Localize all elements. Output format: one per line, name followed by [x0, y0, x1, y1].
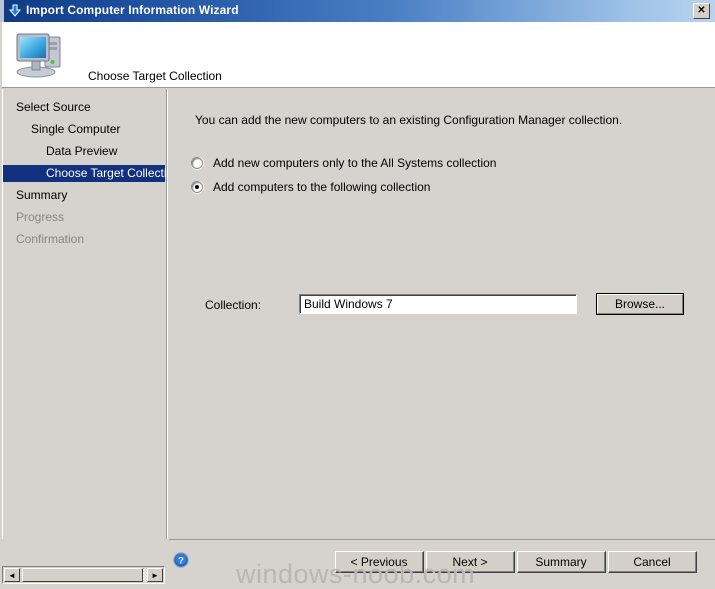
- window-title: Import Computer Information Wizard: [26, 3, 239, 17]
- page-title: Choose Target Collection: [88, 69, 222, 83]
- sidebar-item-data-preview[interactable]: Data Preview: [3, 143, 117, 160]
- blue-down-arrow-icon: [8, 4, 22, 17]
- wizard-content: You can add the new computers to an exis…: [169, 89, 715, 539]
- collection-label: Collection:: [205, 298, 262, 312]
- title-bar: Import Computer Information Wizard ✕: [0, 0, 715, 22]
- option-all-systems-row[interactable]: Add new computers only to the All System…: [191, 154, 496, 172]
- wizard-footer: ? < Previous Next > Summary Cancel: [169, 539, 715, 589]
- computer-monitor-icon: [16, 33, 61, 78]
- browse-button[interactable]: Browse...: [596, 293, 684, 315]
- panel-divider: [166, 89, 168, 539]
- sidebar-item-confirmation: Confirmation: [16, 232, 85, 246]
- summary-button-label: Summary: [518, 552, 605, 572]
- close-icon[interactable]: ✕: [693, 3, 710, 19]
- intro-text: You can add the new computers to an exis…: [195, 113, 623, 127]
- option-all-systems-label: Add new computers only to the All System…: [213, 156, 497, 170]
- horizontal-scrollbar[interactable]: ◄ ►: [2, 566, 165, 584]
- sidebar-item-choose-target-collection[interactable]: Choose Target Collection: [3, 165, 166, 182]
- wizard-header: Choose Target Collection: [0, 22, 715, 88]
- option-following-collection-row[interactable]: Add computers to the following collectio…: [191, 178, 430, 196]
- next-button-label: Next >: [427, 552, 514, 572]
- previous-button-label: < Previous: [336, 552, 423, 572]
- scrollbar-thumb[interactable]: [22, 568, 143, 582]
- cancel-button-label: Cancel: [609, 552, 696, 572]
- title-bar-left-edge: [0, 0, 4, 22]
- help-question-icon[interactable]: ?: [173, 552, 189, 568]
- radio-all-systems[interactable]: [191, 157, 203, 169]
- collection-input[interactable]: [299, 294, 577, 314]
- option-following-collection-label: Add computers to the following collectio…: [213, 180, 431, 194]
- sidebar-item-select-source[interactable]: Select Source: [3, 99, 91, 116]
- sidebar-item-progress: Progress: [16, 210, 65, 224]
- cancel-button[interactable]: Cancel: [608, 551, 697, 573]
- summary-button[interactable]: Summary: [517, 551, 606, 573]
- scroll-right-arrow-icon[interactable]: ►: [147, 568, 163, 582]
- sidebar-item-summary[interactable]: Summary: [3, 187, 67, 204]
- sidebar-item-single-computer[interactable]: Single Computer: [3, 121, 120, 138]
- scroll-left-arrow-icon[interactable]: ◄: [4, 568, 20, 582]
- next-button[interactable]: Next >: [426, 551, 515, 573]
- wizard-window: Import Computer Information Wizard ✕ Cho…: [0, 0, 715, 589]
- wizard-step-list: Select Source Single Computer Data Previ…: [2, 89, 166, 539]
- previous-button[interactable]: < Previous: [335, 551, 424, 573]
- svg-text:?: ?: [178, 556, 184, 567]
- browse-button-label: Browse...: [597, 294, 683, 314]
- radio-following-collection[interactable]: [191, 181, 203, 193]
